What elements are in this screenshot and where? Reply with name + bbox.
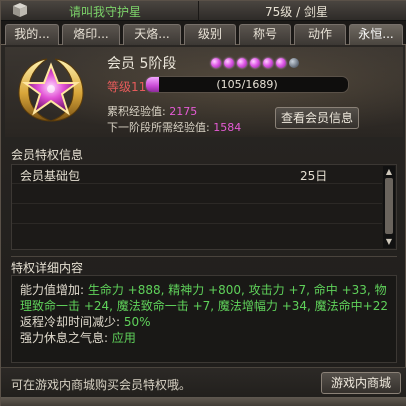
guardian-star-text: 请叫我守护星 bbox=[69, 5, 142, 19]
view-member-info-button[interactable]: 查看会员信息 bbox=[275, 107, 359, 129]
member-rank-title: 会员 5阶段 bbox=[107, 56, 177, 72]
rank-dots bbox=[211, 57, 302, 69]
accumulated-exp: 累积经验值: 2175 bbox=[107, 103, 197, 119]
privilege-detail-header: 特权详细内容 bbox=[11, 256, 397, 275]
exp-progress-text: (105/1689) bbox=[216, 78, 278, 91]
cooldown-label: 返程冷却时间减少: bbox=[20, 315, 124, 329]
exp-progress-bar: (105/1689) bbox=[145, 76, 349, 93]
rank-dot bbox=[289, 58, 299, 68]
ability-increase-line: 能力值增加: 生命力 +888, 精神力 +800, 攻击力 +7, 命中 +3… bbox=[20, 282, 388, 314]
next-stage-exp-value: 1584 bbox=[213, 121, 242, 134]
shop-note: 可在游戏内商城购买会员特权哦。 bbox=[11, 378, 192, 392]
privilege-scrollbar[interactable]: ▲ ▼ bbox=[383, 166, 395, 248]
tab-bar: 我的... 烙印... 天烙... 级别 称号 动作 永恒... bbox=[1, 21, 406, 45]
privilege-name: 会员基础包 bbox=[20, 169, 81, 183]
rest-aura-value: 应用 bbox=[111, 331, 136, 345]
member-level-label: 等级11 bbox=[107, 80, 147, 94]
tab-action[interactable]: 动作 bbox=[294, 24, 346, 45]
tab-brand[interactable]: 烙印... bbox=[62, 24, 120, 45]
scroll-down-icon[interactable]: ▼ bbox=[384, 237, 394, 247]
tab-heaven-brand[interactable]: 天烙... bbox=[123, 24, 181, 45]
member-summary: 会员 5阶段 等级11 (105/1689) 累积经验值: 2175 下一阶段所… bbox=[5, 47, 403, 137]
rest-aura-label: 强力休息之气息: bbox=[20, 331, 112, 345]
tab-title[interactable]: 称号 bbox=[239, 24, 291, 45]
privilege-days: 25日 bbox=[300, 169, 328, 183]
bottom-strip bbox=[1, 397, 406, 406]
ability-increase-label: 能力值增加: bbox=[20, 283, 88, 297]
rank-dot bbox=[211, 58, 221, 68]
rest-aura-line: 强力休息之气息: 应用 bbox=[20, 330, 388, 346]
rank-dot bbox=[224, 58, 234, 68]
rank-dot bbox=[237, 58, 247, 68]
privilege-detail-box: 能力值增加: 生命力 +888, 精神力 +800, 攻击力 +7, 命中 +3… bbox=[11, 275, 397, 363]
footer-bar: 可在游戏内商城购买会员特权哦。 游戏内商城 bbox=[1, 367, 406, 397]
top-bar: 请叫我守护星 75级 / 剑星 bbox=[1, 1, 406, 21]
membership-window: 请叫我守护星 75级 / 剑星 我的... 烙印... 天烙... 级别 称号 … bbox=[0, 0, 406, 406]
next-stage-exp-label: 下一阶段所需经验值: bbox=[107, 121, 214, 134]
list-item[interactable]: 会员基础包 25日 bbox=[12, 165, 382, 184]
scroll-thumb[interactable] bbox=[385, 178, 393, 234]
tab-my[interactable]: 我的... bbox=[5, 24, 59, 45]
rank-dot bbox=[263, 58, 273, 68]
cube-icon bbox=[13, 3, 27, 17]
character-level-class: 75级 / 剑星 bbox=[265, 5, 328, 19]
scroll-up-icon[interactable]: ▲ bbox=[384, 167, 394, 177]
list-item-empty bbox=[12, 185, 382, 204]
tab-level[interactable]: 级别 bbox=[184, 24, 236, 45]
game-shop-button[interactable]: 游戏内商城 bbox=[321, 372, 401, 394]
list-item-empty bbox=[12, 225, 382, 244]
privilege-info-header: 会员特权信息 bbox=[11, 148, 84, 162]
privilege-list: 会员基础包 25日 ▲ ▼ bbox=[11, 164, 397, 250]
tab-eternal[interactable]: 永恒... bbox=[349, 24, 403, 45]
list-item-empty bbox=[12, 205, 382, 224]
accumulated-exp-label: 累积经验值: bbox=[107, 105, 170, 118]
accumulated-exp-value: 2175 bbox=[169, 105, 198, 118]
rank-dot bbox=[250, 58, 260, 68]
star-emblem-icon bbox=[18, 58, 84, 122]
rank-dot bbox=[276, 58, 286, 68]
topbar-divider bbox=[198, 1, 199, 21]
cooldown-value: 50% bbox=[123, 315, 151, 329]
cooldown-line: 返程冷却时间减少: 50% bbox=[20, 314, 388, 330]
next-stage-exp: 下一阶段所需经验值: 1584 bbox=[107, 119, 241, 135]
